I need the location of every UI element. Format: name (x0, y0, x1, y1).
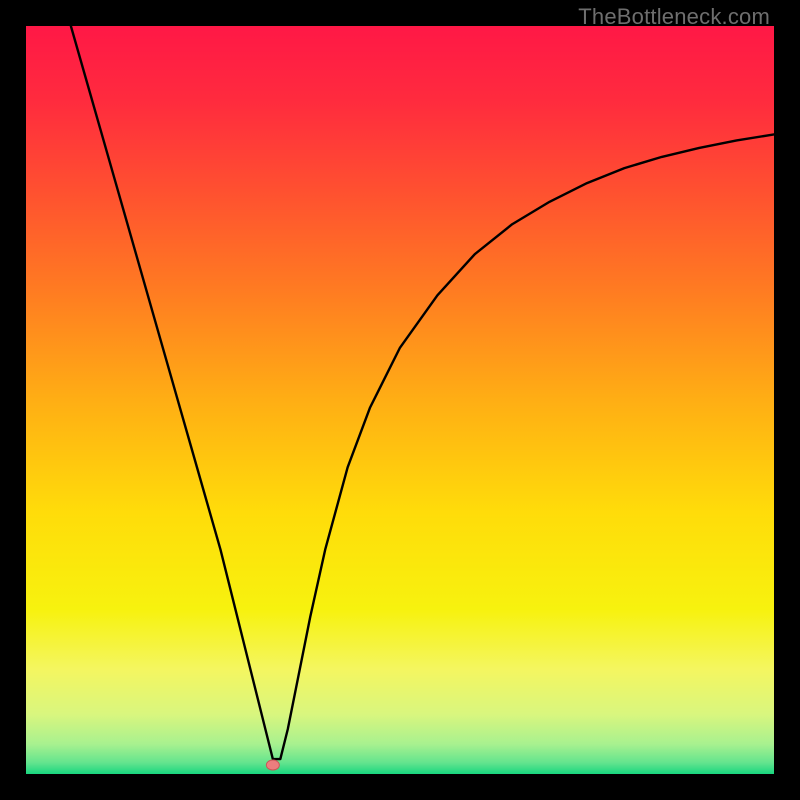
optimal-point-marker (266, 760, 279, 770)
gradient-background (26, 26, 774, 774)
chart-frame (26, 26, 774, 774)
bottleneck-chart (26, 26, 774, 774)
